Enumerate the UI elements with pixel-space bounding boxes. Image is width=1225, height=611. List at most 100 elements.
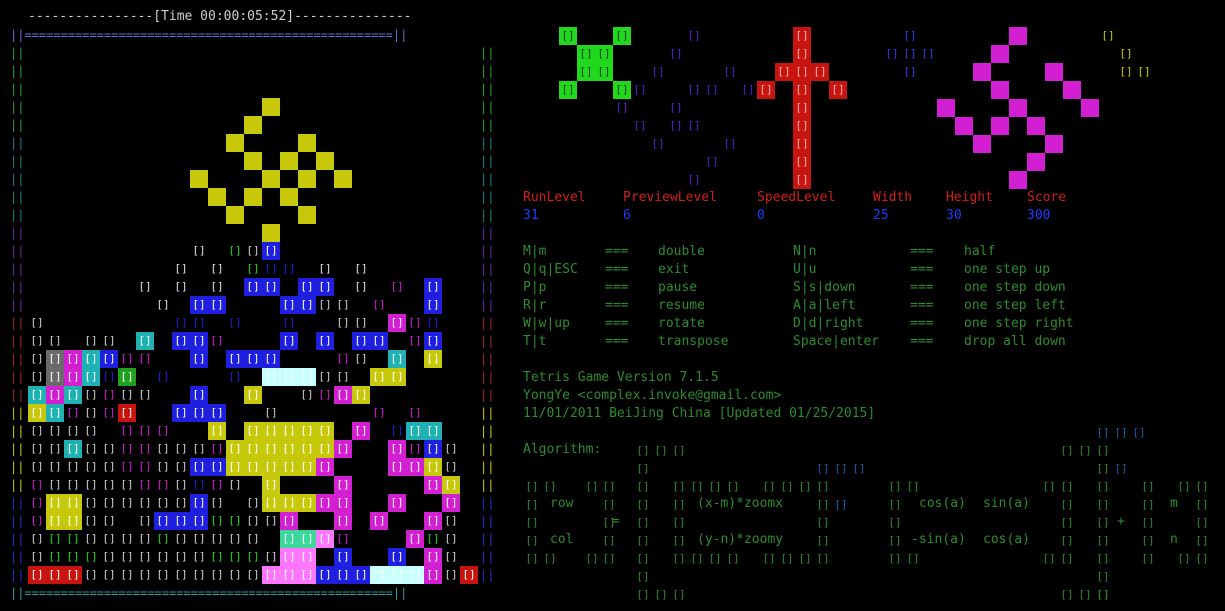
preview-piece-red: []	[793, 117, 811, 135]
key-name: S|s|down	[793, 280, 856, 295]
stack-block: []	[120, 550, 134, 563]
stack-block: []	[46, 512, 64, 530]
board-side-border: ||	[10, 46, 25, 60]
board-side-border: ||	[10, 370, 25, 384]
stack-block: []	[354, 316, 368, 329]
preview-piece-purple: []	[633, 83, 647, 96]
key-row: Q|q|ESC === exit U|u === one step up	[523, 262, 1123, 280]
stack-block: []	[190, 296, 208, 314]
stack-block: []	[334, 476, 352, 494]
key-name: P|p	[523, 280, 547, 295]
stack-block: []	[190, 350, 208, 368]
stack-block: []	[370, 332, 388, 350]
stack-block: []	[30, 424, 44, 437]
preview-piece-red: []	[793, 27, 811, 45]
matrix-bracket: []	[636, 444, 650, 457]
stack-block: []	[444, 568, 458, 581]
board-side-border: ||	[10, 478, 25, 492]
key-name: Space|enter	[793, 334, 880, 349]
board-side-border: ||	[480, 406, 495, 420]
stack-block: []	[210, 478, 224, 491]
key-separator: ===	[910, 316, 934, 331]
matrix-bracket: []	[1060, 534, 1074, 547]
stat-value-previewlevel: 6	[623, 208, 631, 223]
stack-block: []	[174, 496, 188, 509]
stack-block: []	[138, 550, 152, 563]
stack-block: []	[208, 458, 226, 476]
key-row: M|m === double N|n === half	[523, 244, 1123, 262]
stack-block: []	[280, 566, 298, 584]
stack-block: []	[102, 460, 116, 473]
preview-piece-purple: []	[669, 101, 683, 114]
stack-block: []	[426, 316, 440, 329]
board-side-border: ||	[10, 496, 25, 510]
preview-piece-purple: []	[651, 65, 665, 78]
stack-block: []	[192, 550, 206, 563]
stack-block: []	[64, 566, 82, 584]
preview-piece-magenta	[937, 99, 955, 117]
stack-block: []	[190, 386, 208, 404]
matrix-bracket: []	[1195, 480, 1209, 493]
stack-block: []	[190, 404, 208, 422]
key-row: R|r === resume A|a|left === one step lef…	[523, 298, 1123, 316]
matrix-bracket: []	[636, 588, 650, 601]
stack-block: []	[262, 458, 280, 476]
preview-piece-green: []	[595, 63, 613, 81]
preview-piece-magenta	[1027, 117, 1045, 135]
stack-block: []	[82, 350, 100, 368]
stack-block: []	[64, 386, 82, 404]
board-side-border: ||	[480, 496, 495, 510]
key-action: pause	[658, 280, 698, 295]
key-name: Q|q|ESC	[523, 262, 578, 277]
stack-block: []	[444, 550, 458, 563]
preview-piece-green: []	[577, 45, 595, 63]
matrix-bracket: []	[708, 480, 722, 493]
game-version: Tetris Game Version 7.1.5	[523, 370, 719, 385]
matrix-bracket: []	[1060, 552, 1074, 565]
stack-block: []	[138, 496, 152, 509]
stack-block: []	[120, 388, 134, 401]
matrix-bracket: []	[1141, 552, 1155, 565]
preview-piece-purple: []	[669, 119, 683, 132]
stack-block: []	[82, 368, 100, 386]
stack-block: []	[388, 494, 406, 512]
stack-block: []	[318, 388, 332, 401]
board-side-border: ||	[480, 334, 495, 348]
stack-block: []	[228, 568, 242, 581]
matrix-bracket: []	[525, 480, 539, 493]
falling-block	[244, 188, 262, 206]
key-separator: ===	[605, 334, 629, 349]
stack-block: []	[390, 424, 404, 437]
preview-piece-magenta	[991, 81, 1009, 99]
stack-block: []	[316, 422, 334, 440]
stack-block: []	[192, 478, 206, 491]
board-side-border: ||	[10, 406, 25, 420]
stack-block: []	[388, 314, 406, 332]
stack-block: []	[298, 566, 316, 584]
matrix-bracket: []	[726, 552, 740, 565]
board-side-border: ||	[480, 82, 495, 96]
stack-block: []	[298, 530, 316, 548]
matrix-bracket: []	[636, 498, 650, 511]
preview-piece-green: []	[595, 45, 613, 63]
matrix-bracket: []	[888, 534, 902, 547]
preview-piece-purple: []	[669, 47, 683, 60]
stack-block: []	[120, 568, 134, 581]
matrix-bracket: []	[525, 498, 539, 511]
key-separator: ===	[605, 298, 629, 313]
stack-block: []	[316, 440, 334, 458]
board-side-border: ||	[480, 136, 495, 150]
falling-block	[208, 188, 226, 206]
preview-piece-red: []	[793, 99, 811, 117]
stack-block: []	[424, 458, 442, 476]
stack-block: []	[246, 514, 260, 527]
matrix-bracket: []	[1096, 462, 1110, 475]
board-bottom-border: ||======================================…	[10, 586, 408, 600]
board-side-border: ||	[480, 64, 495, 78]
stack-block: []	[336, 352, 350, 365]
stack-block: []	[28, 566, 46, 584]
algorithm-x-expr: (x-m)*zoomx	[697, 496, 784, 511]
key-name: A|a|left	[793, 298, 856, 313]
board-side-border: ||	[480, 424, 495, 438]
stack-block: []	[30, 370, 44, 383]
